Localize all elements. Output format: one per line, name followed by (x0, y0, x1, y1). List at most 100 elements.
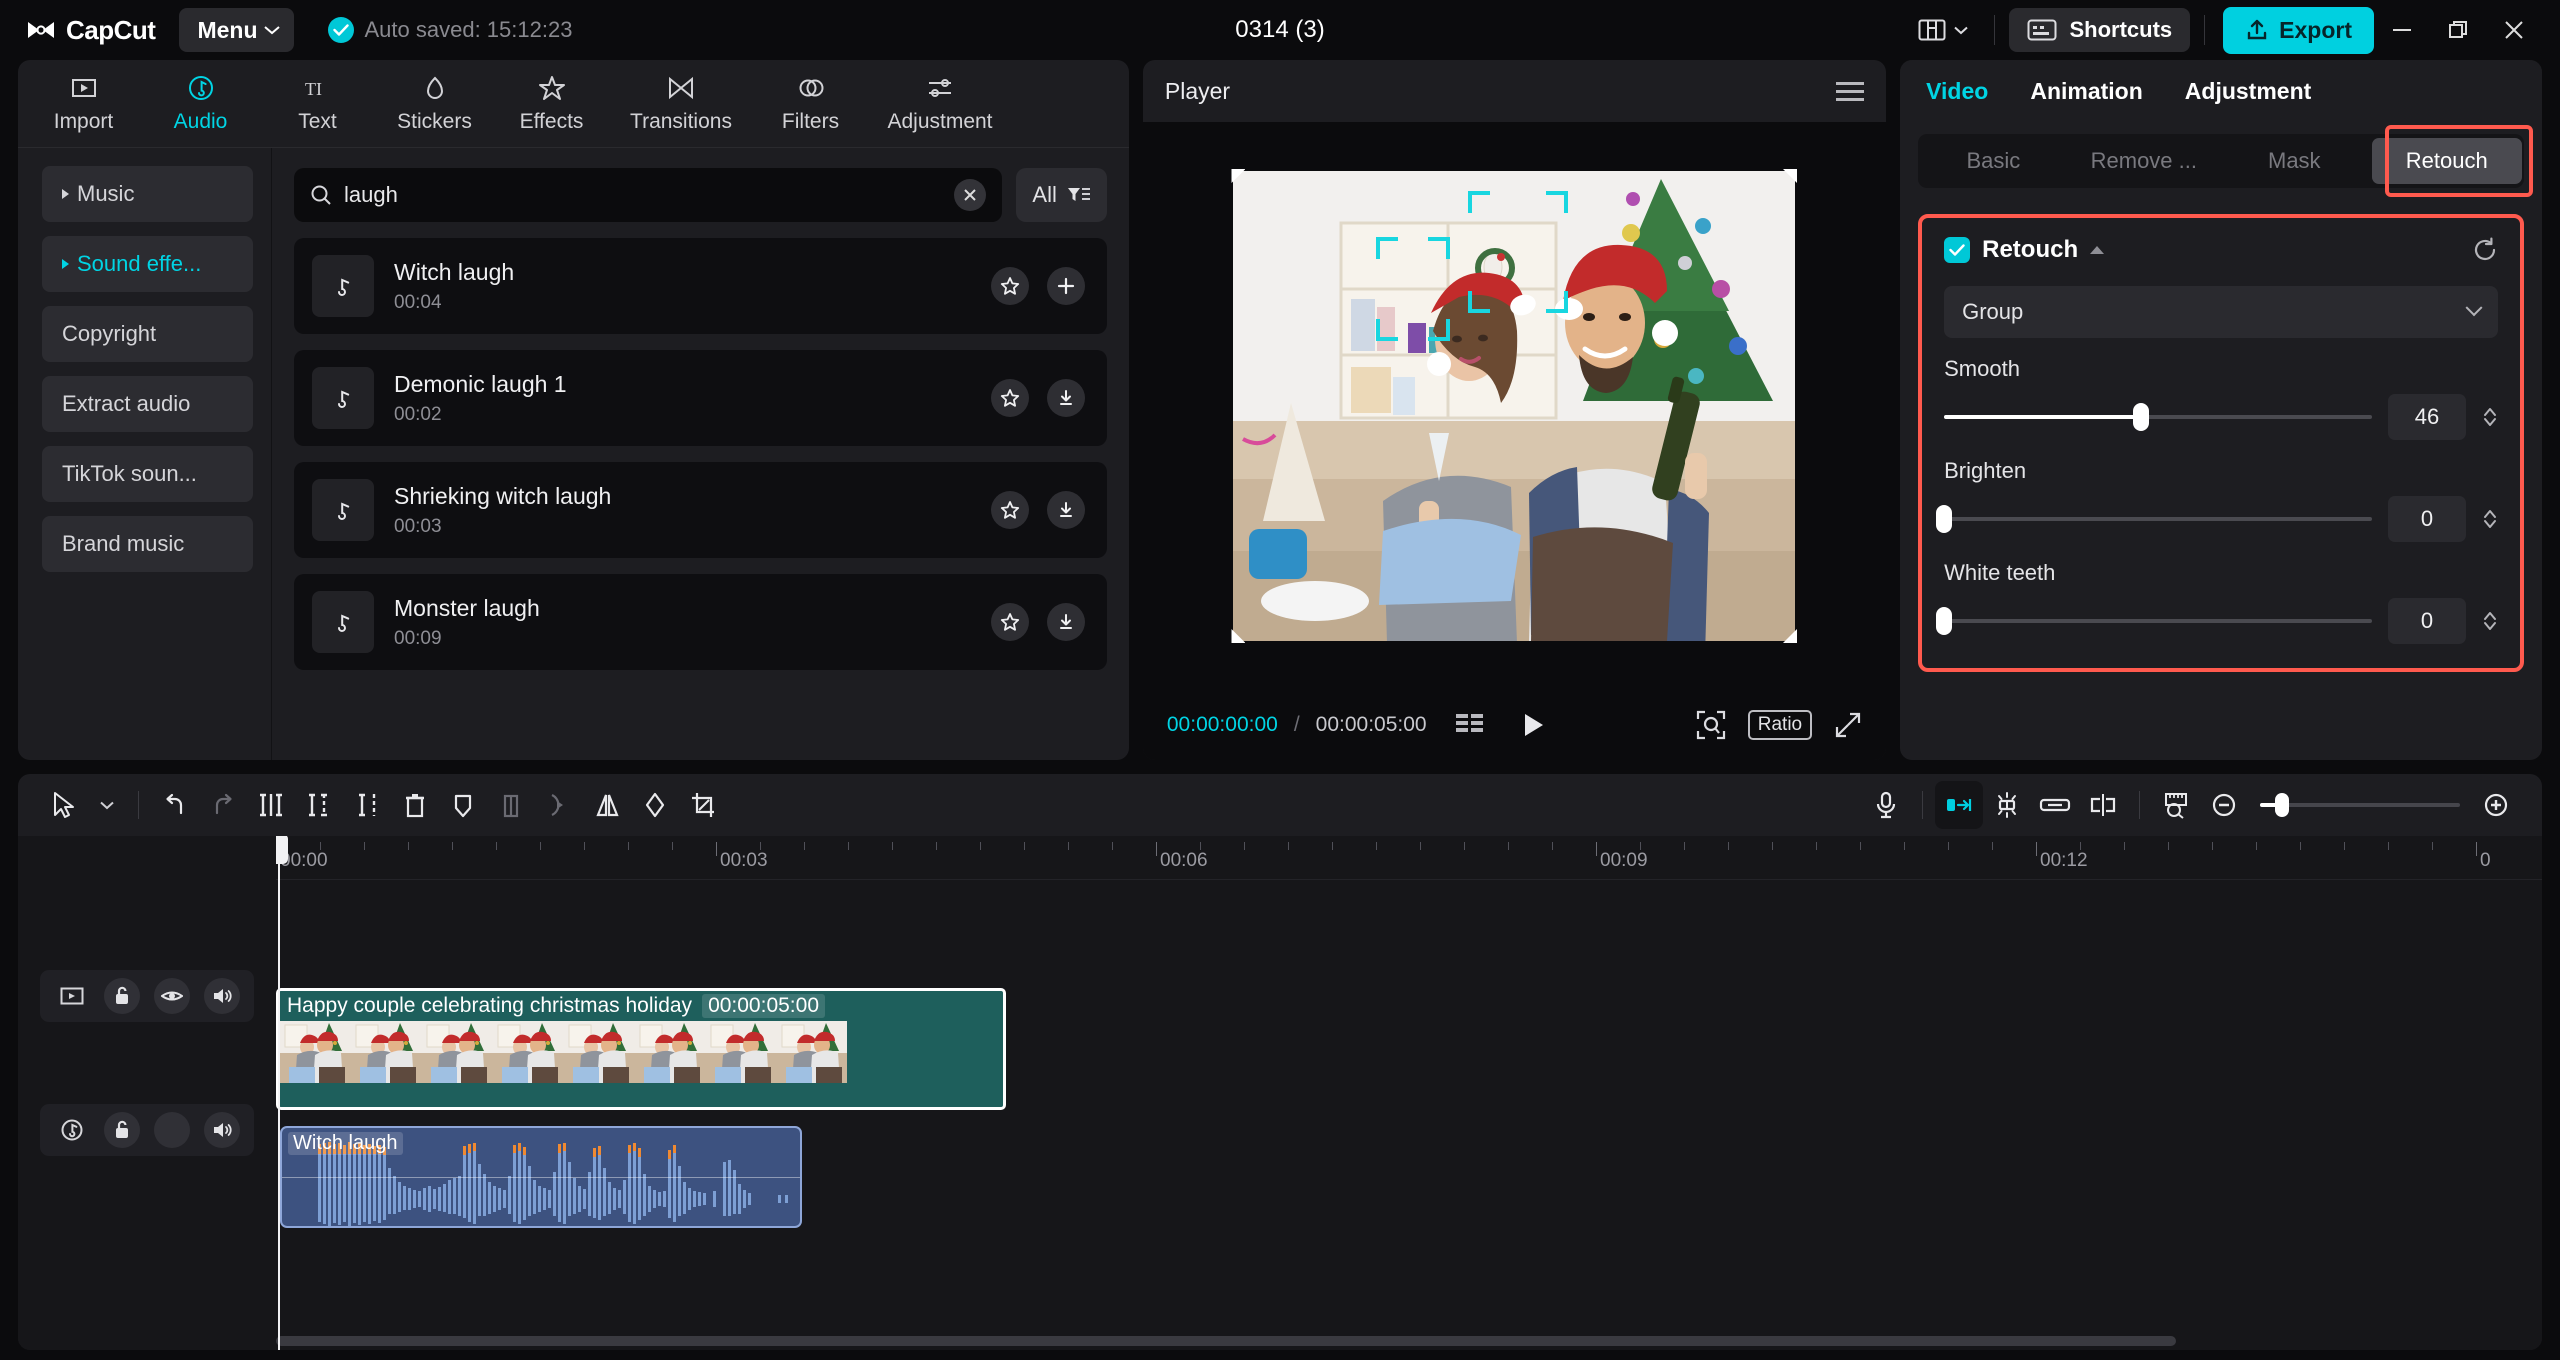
slider-track[interactable] (1944, 517, 2372, 521)
volume-icon[interactable] (204, 978, 240, 1014)
retouch-group-select[interactable]: Group (1944, 286, 2498, 338)
slider-stepper[interactable] (2482, 508, 2498, 530)
tab-transitions[interactable]: Transitions (611, 63, 751, 145)
favorite-star-icon[interactable] (991, 603, 1029, 641)
list-item[interactable]: Demonic laugh 1 00:02 (294, 350, 1107, 446)
audio-clip[interactable]: Witch laugh (280, 1126, 802, 1228)
ruler-icon[interactable] (2152, 781, 2200, 829)
download-icon[interactable] (1047, 491, 1085, 529)
delete-icon[interactable] (391, 781, 439, 829)
crop-icon[interactable] (679, 781, 727, 829)
sidebar-item-tiktok-sounds[interactable]: TikTok soun... (42, 446, 253, 502)
undo-icon[interactable] (151, 781, 199, 829)
tab-stickers[interactable]: Stickers (377, 63, 492, 145)
tab-adjustment[interactable]: Adjustment (870, 63, 1010, 145)
mirror-icon[interactable] (583, 781, 631, 829)
playhead-handle[interactable] (276, 836, 288, 864)
link-icon[interactable] (2031, 781, 2079, 829)
zoom-slider-knob[interactable] (2275, 793, 2289, 817)
tab-adjustment[interactable]: Adjustment (2185, 78, 2312, 105)
subtab-mask[interactable]: Mask (2219, 138, 2369, 184)
subtab-basic[interactable]: Basic (1918, 138, 2068, 184)
frames-icon[interactable] (1455, 712, 1485, 738)
unlock-icon[interactable] (104, 978, 140, 1014)
reset-icon[interactable] (2472, 237, 2498, 263)
sidebar-item-extract-audio[interactable]: Extract audio (42, 376, 253, 432)
search-input[interactable]: laugh (294, 168, 1002, 222)
layout-button[interactable] (1906, 10, 1980, 50)
tab-audio[interactable]: Audio (143, 63, 258, 145)
caret-up-icon[interactable] (2090, 246, 2104, 254)
playhead[interactable] (278, 836, 280, 1350)
face-detect-box-woman[interactable] (1376, 237, 1450, 341)
sidebar-item-music[interactable]: Music (42, 166, 253, 222)
keyframe-icon[interactable] (439, 781, 487, 829)
timeline-scroll-region[interactable]: 00:00 00:03 00:06 (276, 836, 2542, 1350)
close-icon[interactable] (954, 179, 986, 211)
download-icon[interactable] (1047, 379, 1085, 417)
reverse-icon[interactable] (535, 781, 583, 829)
close-icon[interactable] (2486, 7, 2542, 53)
slider-track[interactable] (1944, 415, 2372, 419)
tab-animation[interactable]: Animation (2030, 78, 2142, 105)
trim-left-icon[interactable] (295, 781, 343, 829)
ratio-button[interactable]: Ratio (1748, 710, 1812, 740)
slider-knob[interactable] (2133, 403, 2149, 431)
add-to-timeline-icon[interactable] (1047, 267, 1085, 305)
slider-track[interactable] (1944, 619, 2372, 623)
preview-frame[interactable] (1233, 171, 1795, 641)
detach-icon[interactable] (2079, 781, 2127, 829)
redo-icon[interactable] (199, 781, 247, 829)
slider-value-input[interactable]: 46 (2388, 394, 2466, 440)
slider-value-input[interactable]: 0 (2388, 598, 2466, 644)
magnet-icon[interactable] (1983, 781, 2031, 829)
zoom-in-icon[interactable] (2472, 781, 2520, 829)
slider-knob[interactable] (1936, 607, 1952, 635)
export-button[interactable]: Export (2223, 7, 2374, 54)
unlock-icon[interactable] (104, 1112, 140, 1148)
tab-text[interactable]: TI Text (260, 63, 375, 145)
restore-icon[interactable] (2430, 7, 2486, 53)
slider-value-input[interactable]: 0 (2388, 496, 2466, 542)
slider-stepper[interactable] (2482, 406, 2498, 428)
zoom-fit-icon[interactable] (1696, 710, 1726, 740)
filter-all-button[interactable]: All (1016, 168, 1106, 222)
subtab-retouch[interactable]: Retouch (2372, 138, 2522, 184)
zoom-out-icon[interactable] (2200, 781, 2248, 829)
auto-fit-icon[interactable] (1935, 781, 1983, 829)
freeze-icon[interactable] (487, 781, 535, 829)
fullscreen-icon[interactable] (1834, 711, 1862, 739)
list-item[interactable]: Monster laugh 00:09 (294, 574, 1107, 670)
sidebar-item-sound-effects[interactable]: Sound effe... (42, 236, 253, 292)
select-arrow-icon[interactable] (40, 781, 88, 829)
face-detect-box-man[interactable] (1468, 191, 1568, 313)
menu-button[interactable]: Menu (179, 8, 293, 52)
tab-import[interactable]: Import (26, 63, 141, 145)
list-item[interactable]: Shrieking witch laugh 00:03 (294, 462, 1107, 558)
video-clip[interactable]: Happy couple celebrating christmas holid… (276, 988, 1006, 1110)
tab-video[interactable]: Video (1926, 78, 1988, 105)
download-icon[interactable] (1047, 603, 1085, 641)
favorite-star-icon[interactable] (991, 491, 1029, 529)
shortcuts-button[interactable]: Shortcuts (2009, 8, 2190, 52)
sidebar-item-copyright[interactable]: Copyright (42, 306, 253, 362)
favorite-star-icon[interactable] (991, 267, 1029, 305)
list-item[interactable]: Witch laugh 00:04 (294, 238, 1107, 334)
volume-icon[interactable] (204, 1112, 240, 1148)
play-icon[interactable] (1521, 711, 1547, 739)
retouch-enable-checkbox[interactable] (1944, 237, 1970, 263)
slider-stepper[interactable] (2482, 610, 2498, 632)
chevron-down-icon[interactable] (88, 781, 126, 829)
zoom-slider[interactable] (2260, 803, 2460, 807)
tab-effects[interactable]: Effects (494, 63, 609, 145)
scrollbar-thumb[interactable] (276, 1336, 2176, 1346)
timeline-ruler[interactable]: 00:00 00:03 00:06 (276, 836, 2542, 880)
hamburger-icon[interactable] (1836, 82, 1864, 101)
split-icon[interactable] (247, 781, 295, 829)
timeline-horizontal-scrollbar[interactable] (276, 1336, 2532, 1346)
favorite-star-icon[interactable] (991, 379, 1029, 417)
tab-filters[interactable]: Filters (753, 63, 868, 145)
minimize-icon[interactable] (2374, 7, 2430, 53)
eye-icon[interactable] (154, 978, 190, 1014)
rotate-icon[interactable] (631, 781, 679, 829)
